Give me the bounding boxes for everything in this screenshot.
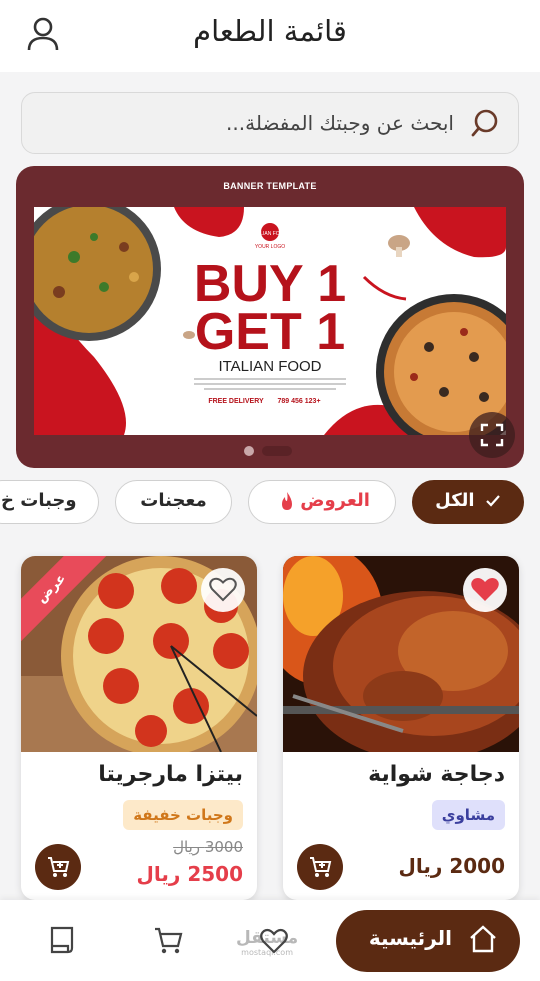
banner-pagination	[244, 446, 292, 456]
logo-text: YOUR LOGO	[255, 244, 285, 250]
orders-icon[interactable]	[46, 924, 78, 956]
add-to-cart-button[interactable]	[297, 844, 343, 890]
promo-banner[interactable]: BANNER TEMPLATE ITALIAN FOOD YOUR LOGO B…	[16, 166, 524, 468]
banner-phone: +123 456 789	[277, 398, 320, 405]
banner-label: BANNER TEMPLATE	[223, 181, 317, 191]
home-icon	[470, 925, 496, 953]
page-title: قائمة الطعام	[193, 14, 347, 48]
add-cart-icon	[310, 857, 332, 877]
chip-label: وجبات خ	[1, 490, 77, 511]
product-card[interactable]: عرض بيتزا مارجريتا وجبات خفيفة 3000 ريال…	[21, 556, 257, 900]
banner-artwork: ITALIAN FOOD YOUR LOGO BUY 1 GET 1 ITALI…	[34, 207, 506, 435]
product-price: 2000 ريال	[398, 854, 505, 878]
favorites-icon[interactable]	[258, 924, 290, 956]
search-icon[interactable]	[470, 108, 500, 138]
pagination-dot[interactable]	[244, 446, 254, 456]
old-price: 3000 ريال	[173, 838, 243, 856]
favorite-heart-icon[interactable]	[463, 568, 507, 612]
product-tag: مشاوي	[431, 800, 505, 830]
app-header: قائمة الطعام	[0, 0, 540, 72]
search-bar[interactable]	[21, 92, 519, 154]
bottom-navigation: الرئيسية مستقل mostaql.com	[0, 900, 540, 981]
favorite-heart-outline-icon[interactable]	[201, 568, 245, 612]
banner-image[interactable]: ITALIAN FOOD YOUR LOGO BUY 1 GET 1 ITALI…	[34, 207, 506, 435]
chip-offers[interactable]: العروض	[248, 480, 396, 524]
add-cart-icon	[48, 857, 70, 877]
search-input[interactable]	[74, 103, 454, 143]
nav-home-label: الرئيسية	[368, 926, 452, 950]
fire-icon	[282, 492, 292, 510]
chip-label: الكل	[435, 490, 475, 511]
product-price: 2500 ريال	[136, 862, 243, 886]
category-filters: الكل العروض معجنات وجبات خ	[0, 480, 540, 526]
banner-subtitle: ITALIAN FOOD	[218, 358, 321, 375]
product-card[interactable]: دجاجة شواية مشاوي 2000 ريال	[283, 556, 519, 900]
add-to-cart-button[interactable]	[35, 844, 81, 890]
chip-pastries[interactable]: معجنات	[115, 480, 232, 524]
chip-label: معجنات	[140, 490, 207, 511]
product-name: بيتزا مارجريتا	[98, 762, 243, 787]
user-icon[interactable]	[26, 16, 60, 52]
nav-home-button[interactable]: الرئيسية	[336, 910, 520, 972]
check-icon	[486, 495, 500, 507]
banner-delivery: FREE DELIVERY	[208, 398, 264, 405]
banner-headline-2: GET 1	[195, 303, 345, 361]
chip-meals[interactable]: وجبات خ	[0, 480, 99, 524]
cart-icon[interactable]	[152, 924, 184, 956]
expand-icon[interactable]	[469, 412, 515, 458]
pagination-dot-active[interactable]	[262, 446, 292, 456]
chip-label: العروض	[300, 490, 370, 511]
chip-all[interactable]: الكل	[412, 480, 524, 524]
product-tag: وجبات خفيفة	[123, 800, 243, 830]
logo-name: ITALIAN FOOD	[253, 231, 288, 237]
product-name: دجاجة شواية	[368, 762, 505, 787]
